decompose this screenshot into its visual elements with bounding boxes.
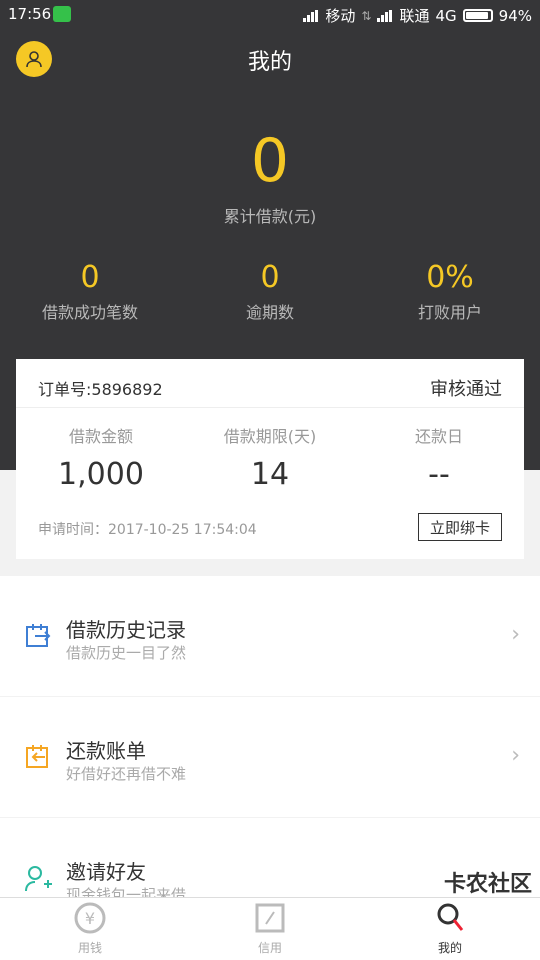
watermark: 卡农社区 [443, 872, 532, 897]
chevron-right-icon: › [511, 743, 520, 768]
bind-card-button[interactable]: 立即绑卡 [418, 513, 502, 541]
stat-value: 0% [426, 260, 474, 295]
yuan-icon: ¥ [74, 902, 106, 934]
menu-title: 邀请好友 [66, 860, 146, 884]
repay-calendar-icon [26, 745, 48, 768]
tab-label: 我的 [437, 941, 462, 955]
svg-text:¥: ¥ [85, 909, 95, 928]
menu-item-repay-bill[interactable]: 还款账单 好借好还再借不难 › [0, 697, 540, 817]
page-title: 我的 [247, 50, 292, 75]
stat-beat-users: 0% 打败用户 [360, 260, 540, 323]
bottom-tab-bar: ¥ 用钱 信用 我的 [0, 897, 540, 960]
signal-icon [377, 9, 393, 22]
menu-subtitle: 好借好还再借不难 [66, 765, 187, 783]
order-number: 订单号:5896892 [38, 380, 163, 399]
divider [16, 407, 524, 408]
total-loan-value: 0 [250, 126, 290, 196]
signal-icon [303, 9, 319, 22]
battery-icon [462, 9, 493, 22]
data-arrows-icon: ⇅ [361, 8, 372, 23]
tab-credit[interactable]: 信用 [230, 902, 310, 956]
stat-value: 0 [80, 260, 100, 295]
menu-item-loan-history[interactable]: 借款历史记录 借款历史一目了然 › [0, 576, 540, 696]
credit-icon [255, 903, 285, 933]
add-user-icon [25, 866, 52, 892]
stat-label: 借款成功笔数 [41, 303, 138, 322]
loan-amount: 借款金额 1,000 [16, 423, 186, 492]
order-status: 审核通过 [430, 379, 502, 400]
status-time: 17:56 [8, 5, 52, 23]
stat-success-count: 0 借款成功笔数 [0, 260, 180, 323]
network-type: 4G [435, 6, 457, 25]
order-card: 订单号:5896892 审核通过 借款金额 1,000 借款期限(天) 14 还… [16, 359, 524, 559]
carrier-2: 联通 [399, 7, 430, 25]
history-calendar-icon [26, 624, 51, 647]
loan-term-value: 14 [250, 457, 290, 492]
profile-icon [437, 903, 464, 931]
repay-date-label: 还款日 [414, 427, 463, 446]
battery-level: 94% [498, 6, 532, 25]
total-loan-label: 累计借款(元) [223, 207, 317, 226]
status-bar: 17:56 移动 ⇅ 联通 4G 94% [0, 0, 540, 30]
menu-subtitle: 借款历史一目了然 [66, 644, 187, 662]
menu-subtitle: 现金钱包一起来借 [66, 886, 187, 898]
loan-term: 借款期限(天) 14 [185, 423, 355, 492]
wechat-notification-icon [53, 6, 71, 22]
repay-date-value: -- [428, 457, 450, 492]
menu-title: 借款历史记录 [66, 618, 186, 642]
stat-overdue-count: 0 逾期数 [180, 260, 360, 323]
loan-term-label: 借款期限(天) [223, 427, 317, 446]
apply-time: 申请时间：2017-10-25 17:54:04 [38, 522, 257, 538]
tab-label: 用钱 [77, 941, 102, 955]
menu-title: 还款账单 [66, 739, 146, 763]
tab-money[interactable]: ¥ 用钱 [50, 902, 130, 956]
repay-date: 还款日 -- [354, 423, 524, 492]
chevron-right-icon: › [511, 622, 520, 647]
stat-value: 0 [260, 260, 280, 295]
tab-mine[interactable]: 我的 [410, 902, 490, 956]
loan-amount-label: 借款金额 [68, 427, 133, 446]
loan-amount-value: 1,000 [58, 457, 144, 492]
tab-label: 信用 [257, 941, 282, 955]
stat-label: 打败用户 [417, 303, 482, 322]
stat-label: 逾期数 [245, 303, 294, 322]
carrier-1: 移动 [325, 7, 356, 25]
